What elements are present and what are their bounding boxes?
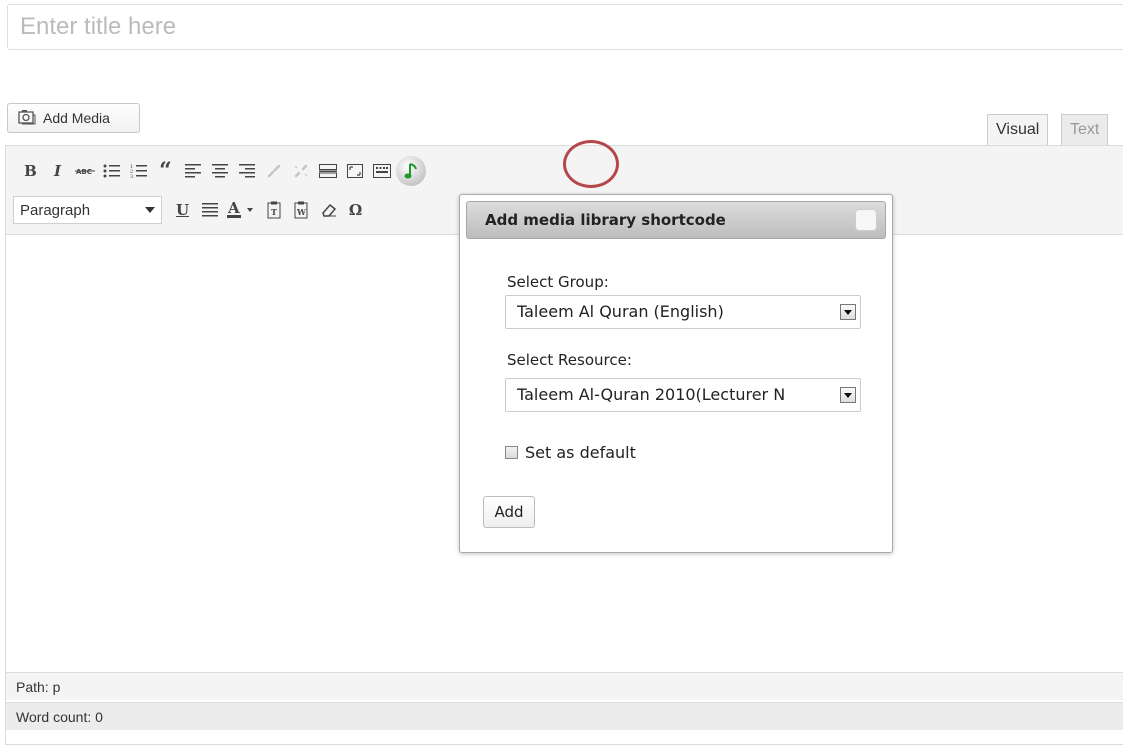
special-character-icon[interactable]: Ω [343, 197, 368, 223]
justify-icon[interactable] [197, 197, 222, 223]
svg-text:3: 3 [130, 174, 133, 179]
dialog-header: Add media library shortcode [466, 201, 886, 239]
align-right-icon[interactable] [234, 158, 259, 184]
highlight-circle [563, 140, 619, 188]
dialog-title: Add media library shortcode [485, 211, 726, 229]
strikethrough-icon[interactable]: ABC [72, 158, 97, 184]
paste-text-icon[interactable]: T [262, 197, 287, 223]
select-resource-value: Taleem Al-Quran 2010(Lecturer N [517, 385, 786, 404]
select-group-dropdown[interactable]: Taleem Al Quran (English) [505, 295, 861, 329]
tab-text[interactable]: Text [1061, 114, 1109, 146]
align-left-icon[interactable] [180, 158, 205, 184]
tab-visual[interactable]: Visual [987, 114, 1049, 146]
select-group-value: Taleem Al Quran (English) [517, 302, 724, 321]
bullet-list-icon[interactable] [99, 158, 124, 184]
chevron-down-icon [840, 387, 856, 403]
format-select-value: Paragraph [20, 201, 91, 219]
svg-text:W: W [296, 207, 307, 217]
unlink-icon[interactable] [288, 158, 313, 184]
align-center-icon[interactable] [207, 158, 232, 184]
chevron-down-icon [145, 207, 155, 213]
add-button[interactable]: Add [483, 496, 535, 528]
chevron-down-icon [840, 304, 856, 320]
fullscreen-icon[interactable] [342, 158, 367, 184]
blockquote-icon[interactable]: “ [153, 158, 178, 184]
toolbar-row-2: Paragraph U A T W Ω [13, 196, 370, 224]
kitchen-sink-icon[interactable] [369, 158, 394, 184]
set-default-checkbox[interactable] [505, 446, 518, 459]
numbered-list-icon[interactable]: 123 [126, 158, 151, 184]
media-shortcode-dialog: Add media library shortcode Select Group… [459, 194, 893, 553]
set-default-row: Set as default [505, 443, 636, 462]
svg-text:T: T [271, 207, 277, 217]
editor-path: Path: p [6, 672, 1123, 700]
close-icon[interactable] [855, 209, 877, 231]
word-count: Word count: 0 [6, 702, 1123, 730]
underline-icon[interactable]: U [170, 197, 195, 223]
select-resource-dropdown[interactable]: Taleem Al-Quran 2010(Lecturer N [505, 378, 861, 412]
paste-word-icon[interactable]: W [289, 197, 314, 223]
link-icon[interactable] [261, 158, 286, 184]
camera-icon [18, 109, 36, 128]
insert-more-icon[interactable] [315, 158, 340, 184]
bold-icon[interactable]: B [18, 158, 43, 184]
text-color-icon[interactable]: A [224, 197, 260, 223]
svg-text:A: A [227, 201, 240, 217]
clear-formatting-icon[interactable] [316, 197, 341, 223]
set-default-label[interactable]: Set as default [525, 443, 636, 462]
add-media-label: Add Media [43, 110, 110, 126]
italic-icon[interactable]: I [45, 158, 70, 184]
select-resource-label: Select Resource: [507, 351, 632, 369]
toolbar-row-1: B I ABC 123 “ [18, 156, 426, 186]
post-title-input[interactable]: Enter title here [7, 4, 1123, 50]
format-select[interactable]: Paragraph [13, 196, 162, 224]
select-group-label: Select Group: [507, 273, 609, 291]
svg-text:ABC: ABC [76, 168, 92, 176]
media-library-shortcode-icon[interactable] [396, 156, 426, 186]
add-media-button[interactable]: Add Media [7, 103, 140, 133]
